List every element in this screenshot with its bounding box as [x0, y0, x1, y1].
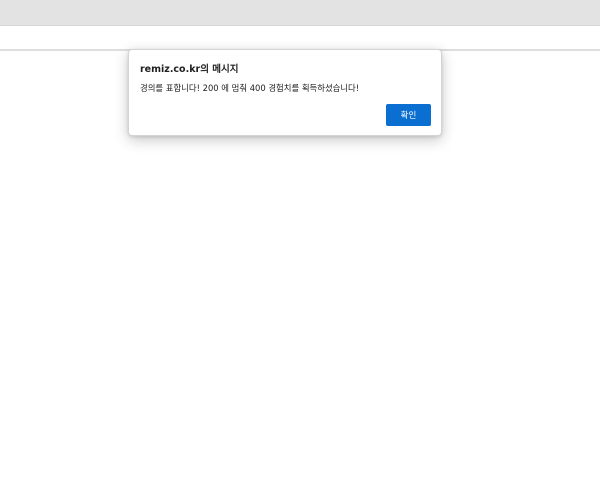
alert-dialog: remiz.co.kr의 메시지 경의를 표합니다! 200 에 멈춰 400 …: [128, 49, 442, 136]
browser-toolbar: [0, 26, 600, 51]
ok-button[interactable]: 확인: [386, 104, 431, 126]
dialog-message: 경의를 표합니다! 200 에 멈춰 400 경험치를 획득하셨습니다!: [140, 83, 360, 93]
browser-tab-strip: [0, 0, 600, 26]
dialog-title: remiz.co.kr의 메시지: [140, 64, 239, 75]
